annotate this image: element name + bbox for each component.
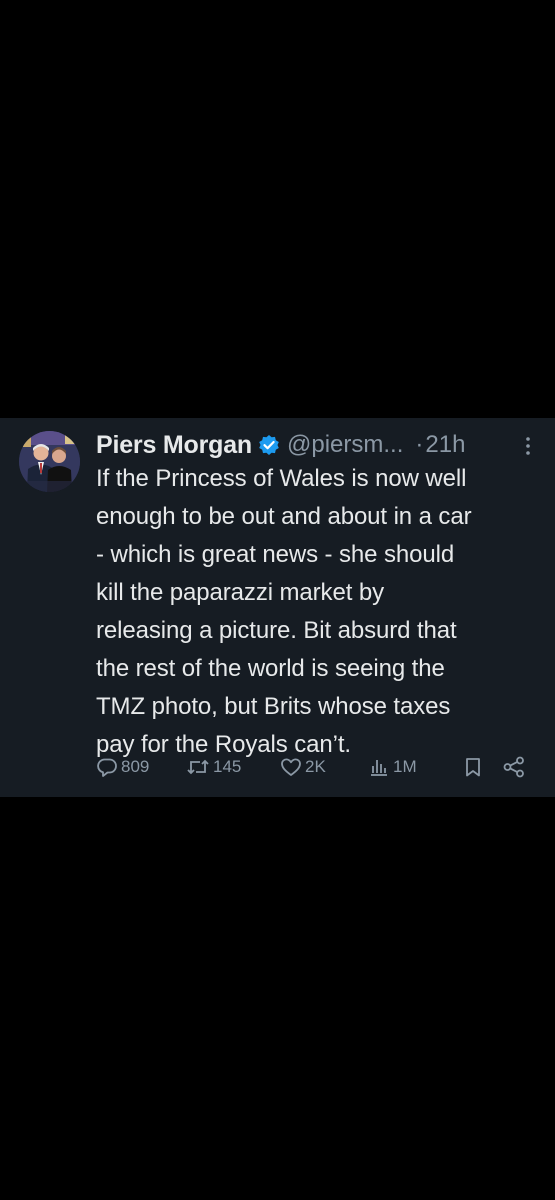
repost-icon [186,756,210,778]
action-bar: 809 145 2K 1M [96,752,536,782]
repost-button[interactable]: 145 [186,752,241,782]
like-button[interactable]: 2K [280,752,326,782]
bookmark-icon [462,756,484,778]
tweet-card[interactable]: Piers Morgan @piersm... · 21h If the Pri… [0,418,555,797]
tweet-text-line: TMZ photo, but Brits whose taxes [96,693,451,720]
tweet-text-line: If the Princess of Wales is now well [96,465,467,492]
tweet-text-line: - which is great news - she should [96,541,455,568]
views-icon [368,756,390,778]
reply-icon [96,756,118,778]
like-count: 2K [305,757,326,776]
share-icon [502,756,526,778]
author-name[interactable]: Piers Morgan [96,431,252,460]
views-button[interactable]: 1M [368,752,417,782]
tweet-text: If the Princess of Wales is now well eno… [96,460,536,764]
verified-badge-icon [258,434,280,456]
tweet-text-line: enough to be out and about in a car [96,503,472,530]
reply-button[interactable]: 809 [96,752,149,782]
share-button[interactable] [502,752,526,782]
tweet-header: Piers Morgan @piersm... · 21h [96,426,537,464]
views-count: 1M [393,757,417,776]
author-handle[interactable]: @piersm... [287,431,403,459]
repost-count: 145 [213,757,242,776]
avatar[interactable] [19,431,80,492]
reply-count: 809 [121,757,150,776]
more-options-icon[interactable] [519,434,537,458]
header-separator: · [415,431,424,458]
tweet-text-line: kill the paparazzi market by [96,579,384,606]
tweet-time[interactable]: 21h [425,431,465,459]
tweet-text-line: the rest of the world is seeing the [96,655,445,682]
bookmark-button[interactable] [462,752,484,782]
tweet-text-line: releasing a picture. Bit absurd that [96,617,457,644]
heart-icon [280,756,302,778]
